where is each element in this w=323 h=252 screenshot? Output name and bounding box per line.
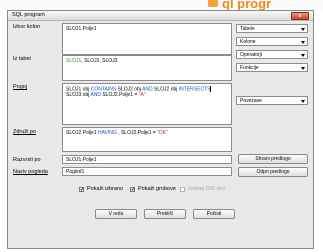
window-title: SQL program xyxy=(12,12,45,18)
naziv-pogleda-input[interactable]: Pogled1 xyxy=(62,167,232,176)
izbor-kolon-input[interactable]: SLOJ1.Polje1 xyxy=(62,23,232,55)
label-izbor-kolon: Izbor kolon xyxy=(13,24,40,30)
sql-token: , SLOJ2.Polje1 = xyxy=(116,130,158,136)
chevron-down-icon xyxy=(301,67,305,70)
iz-tabel-input[interactable]: SLOJ1, SLOJ2, SLOJ3 xyxy=(62,55,232,81)
iz-tabel-table1: SLOJ1 xyxy=(66,58,82,64)
close-button[interactable]: x xyxy=(291,12,309,20)
pogoj-input[interactable]: SLOJ1 obj CONTAINS SLOJ2 obj AND SLOJ2 o… xyxy=(62,83,232,125)
iz-tabel-rest: , SLOJ2, SLOJ3 xyxy=(81,58,118,64)
preklici-button[interactable]: Prekliči xyxy=(144,209,186,219)
sql-token: HAVING xyxy=(97,130,117,136)
odpri-predlogo-button[interactable]: Odpri predlogo xyxy=(238,167,308,177)
v-redu-button[interactable]: V redu xyxy=(95,209,137,219)
tabele-dropdown-value: Tabele xyxy=(240,26,255,32)
label-iz-tabel: Iz tabel xyxy=(13,56,31,62)
razvrsti-po-input[interactable]: SLOJ1.Polje1 xyxy=(62,155,232,164)
sql-token: SLOJ3 obj xyxy=(66,92,91,99)
povezave-dropdown[interactable]: Povezave xyxy=(236,96,308,105)
zdruzi-po-text: SLOJ2.Polje1 HAVING , SLOJ2.Polje1 = "DK… xyxy=(66,130,228,136)
naziv-pogleda-text: Pogled1 xyxy=(66,169,85,175)
razvrsti-po-text: SLOJ1.Polje1 xyxy=(66,157,97,163)
sql-token: SLOJ2.Polje1 = xyxy=(101,92,139,99)
pokazi-izbrano-label: Pokaži izbrano xyxy=(87,186,124,192)
sql-token: SLOJ2 obj xyxy=(152,86,179,93)
operatorji-dropdown-value: Operatorji xyxy=(240,52,262,58)
pogoj-line-2: SLOJ3 obj AND SLOJ2.Polje1 = "A" xyxy=(66,92,228,98)
chevron-down-icon xyxy=(301,54,305,57)
label-razvrsti-po: Razvrsti po xyxy=(13,157,41,163)
funkcije-dropdown-value: Funkcije xyxy=(240,65,259,71)
chevron-down-icon xyxy=(301,100,305,103)
label-zdruzi-po: Združi po xyxy=(13,129,36,135)
tabele-dropdown[interactable]: Tabele xyxy=(236,24,308,33)
sql-token: AND xyxy=(90,92,102,99)
operatorji-dropdown[interactable]: Operatorji xyxy=(236,50,308,59)
label-pogoj: Pogoj xyxy=(13,84,28,90)
text-cursor xyxy=(210,86,211,92)
label-naziv-pogleda: Naziv pogleda xyxy=(13,169,48,175)
povezave-dropdown-value: Povezave xyxy=(240,98,262,104)
sql-program-dialog: SQL program x Izbor kolon Iz tabel Pogoj… xyxy=(7,10,314,249)
chevron-down-icon xyxy=(301,41,305,44)
kolone-dropdown-value: Kolone xyxy=(240,39,256,45)
background-strip: ql progr xyxy=(0,0,323,11)
check-icon: ✔ xyxy=(80,187,85,193)
pokazi-grobove-label: Pokaži grobove xyxy=(138,186,176,192)
izdelaj-sloj-checkbox xyxy=(180,187,185,192)
izdelaj-sloj-label: Izdelaj GIS sloj xyxy=(188,186,225,192)
shrani-predlogo-button[interactable]: Shrani predlogo xyxy=(238,154,308,164)
chevron-down-icon xyxy=(301,28,305,31)
sql-token: "DK" xyxy=(157,130,168,136)
pokazi-grobove-checkbox[interactable]: ✔ xyxy=(130,187,136,193)
funkcije-dropdown[interactable]: Funkcije xyxy=(236,63,308,72)
brand-icon xyxy=(208,0,218,7)
check-icon: ✔ xyxy=(131,187,136,193)
sql-token: SLOJ2.Polje1 xyxy=(66,130,98,136)
izbor-kolon-text: SLOJ1.Polje1 xyxy=(66,26,97,32)
sql-token: "A" xyxy=(138,92,146,99)
zdruzi-po-input[interactable]: SLOJ2.Polje1 HAVING , SLOJ2.Polje1 = "DK… xyxy=(62,127,232,152)
title-bar: SQL program x xyxy=(8,11,313,21)
pocisti-button[interactable]: Počisti xyxy=(193,209,235,219)
pokazi-izbrano-checkbox[interactable]: ✔ xyxy=(79,187,85,193)
kolone-dropdown[interactable]: Kolone xyxy=(236,37,308,46)
sql-token: INTERSECTS xyxy=(178,86,211,93)
